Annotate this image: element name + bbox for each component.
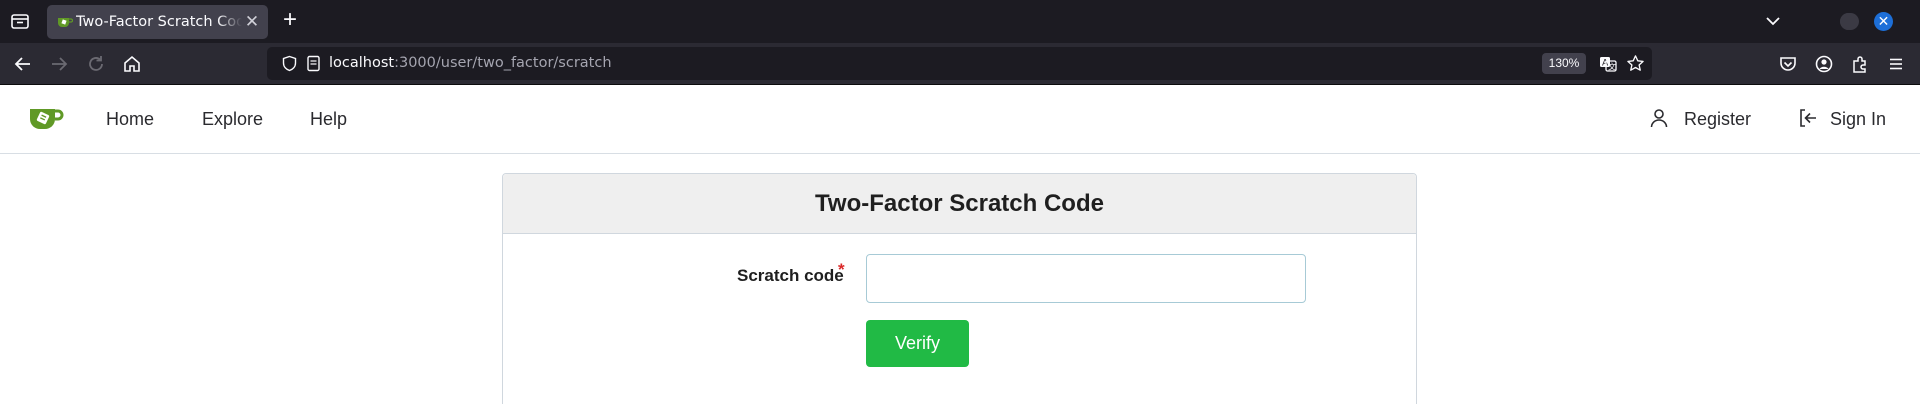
scratch-code-card: Two-Factor Scratch Code Scratch code * V… [502, 173, 1417, 404]
register-link[interactable]: Register [1684, 109, 1751, 130]
forward-icon[interactable] [48, 53, 70, 75]
extensions-icon[interactable] [1849, 53, 1871, 75]
close-window-icon[interactable]: ✕ [1874, 12, 1893, 31]
svg-text:文: 文 [1608, 62, 1616, 72]
required-marker: * [838, 260, 845, 279]
site-header: Home Explore Help Register Sign In [0, 86, 1920, 154]
person-icon[interactable] [1648, 107, 1670, 129]
browser-toolbar: localhost:3000/user/two_factor/scratch 1… [0, 43, 1920, 85]
nav-explore-link[interactable]: Explore [202, 109, 263, 130]
page-info-icon[interactable] [305, 55, 322, 72]
scratch-code-label: Scratch code [737, 266, 844, 285]
nav-help-link[interactable]: Help [310, 109, 347, 130]
reload-icon[interactable] [85, 53, 107, 75]
scratch-code-input[interactable] [866, 254, 1306, 303]
browser-tab-strip: Two-Factor Scratch Code ✕ + ✕ [0, 0, 1920, 43]
shield-icon[interactable] [281, 55, 298, 72]
tab-list-icon[interactable] [9, 10, 31, 32]
home-icon[interactable] [121, 53, 143, 75]
bookmark-star-icon[interactable] [1626, 54, 1645, 73]
card-header: Two-Factor Scratch Code [503, 174, 1416, 234]
back-icon[interactable] [12, 53, 34, 75]
browser-tab[interactable]: Two-Factor Scratch Code ✕ [47, 5, 268, 39]
translate-icon[interactable]: A 文 [1598, 54, 1618, 74]
pocket-icon[interactable] [1777, 53, 1799, 75]
account-icon[interactable] [1813, 53, 1835, 75]
chevron-down-icon[interactable] [1763, 11, 1783, 31]
close-tab-icon[interactable]: ✕ [243, 13, 261, 31]
gitea-logo-icon[interactable] [28, 102, 64, 134]
nav-home-link[interactable]: Home [106, 109, 154, 130]
url-host: localhost [329, 55, 395, 71]
url-text[interactable]: localhost:3000/user/two_factor/scratch [329, 55, 612, 71]
zoom-level-badge[interactable]: 130% [1542, 53, 1586, 74]
url-path: :3000/user/two_factor/scratch [394, 55, 612, 71]
sign-in-icon[interactable] [1797, 107, 1819, 129]
page-title: Two-Factor Scratch Code [815, 190, 1104, 217]
sign-in-link[interactable]: Sign In [1830, 109, 1886, 130]
gitea-favicon-icon [58, 18, 73, 27]
menu-icon[interactable] [1885, 53, 1907, 75]
url-bar[interactable]: localhost:3000/user/two_factor/scratch 1… [267, 47, 1652, 80]
minimize-button[interactable] [1842, 13, 1859, 30]
verify-button[interactable]: Verify [866, 320, 969, 367]
new-tab-button[interactable]: + [279, 8, 301, 33]
tab-title: Two-Factor Scratch Code [76, 14, 242, 30]
